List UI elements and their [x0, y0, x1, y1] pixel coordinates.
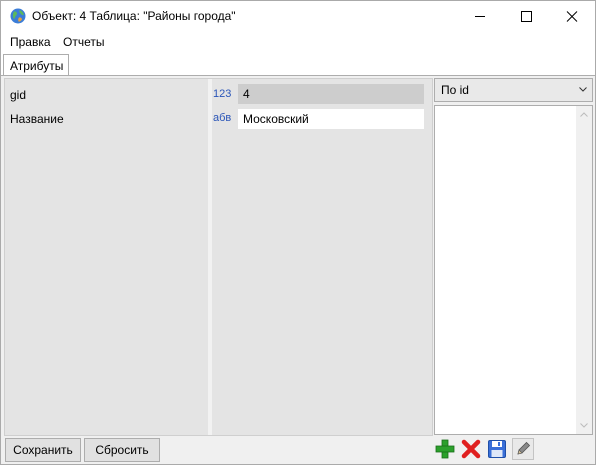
attr-value-gid: 4 [238, 84, 424, 104]
plus-icon [435, 439, 455, 459]
attr-type-gid: 123 [213, 88, 232, 100]
edit-button[interactable] [512, 438, 534, 460]
tab-divider [1, 75, 595, 76]
object-window: Объект: 4 Таблица: "Районы города" Правк… [0, 0, 596, 465]
title-bar[interactable]: Объект: 4 Таблица: "Районы города" [1, 1, 595, 32]
reset-button-label: Сбросить [95, 443, 149, 457]
column-splitter[interactable] [208, 79, 212, 435]
attr-value-title-text: Московский [243, 112, 309, 126]
maximize-icon [521, 11, 532, 22]
save-record-button[interactable] [486, 438, 508, 460]
menu-item-edit[interactable]: Правка [10, 35, 51, 49]
attr-value-gid-text: 4 [243, 87, 250, 101]
globe-icon [10, 8, 26, 24]
minimize-button[interactable] [457, 1, 503, 32]
maximize-button[interactable] [503, 1, 549, 32]
floppy-icon [488, 440, 506, 458]
sort-dropdown-value: По id [441, 83, 469, 97]
delete-button[interactable] [460, 438, 482, 460]
x-icon [461, 439, 481, 459]
list-scrollbar[interactable] [576, 106, 592, 434]
close-button[interactable] [549, 1, 595, 32]
pencil-icon [517, 441, 531, 455]
chevron-down-icon [579, 87, 587, 92]
objects-list[interactable] [434, 105, 593, 435]
attr-name-title: Название [10, 112, 64, 126]
tab-label: Атрибуты [10, 59, 64, 73]
minimize-icon [475, 16, 485, 17]
attributes-panel: gid 123 4 Название абв Московский [4, 78, 433, 436]
attr-value-title-field[interactable]: Московский [238, 109, 424, 129]
menu-item-reports[interactable]: Отчеты [63, 35, 104, 49]
scroll-up-icon[interactable] [580, 112, 588, 117]
reset-button[interactable]: Сбросить [84, 438, 160, 462]
sort-dropdown[interactable]: По id [434, 78, 593, 102]
menu-bar: Правка Отчеты [1, 32, 595, 52]
window-title: Объект: 4 Таблица: "Районы города" [32, 9, 236, 23]
scroll-down-icon[interactable] [580, 423, 588, 428]
close-icon [566, 11, 578, 22]
save-button[interactable]: Сохранить [5, 438, 81, 462]
tab-attributes[interactable]: Атрибуты [3, 54, 69, 76]
attr-type-title: абв [213, 112, 232, 124]
tab-strip: Атрибуты [1, 52, 595, 76]
add-button[interactable] [434, 438, 456, 460]
save-button-label: Сохранить [13, 443, 73, 457]
attr-name-gid: gid [10, 88, 27, 102]
